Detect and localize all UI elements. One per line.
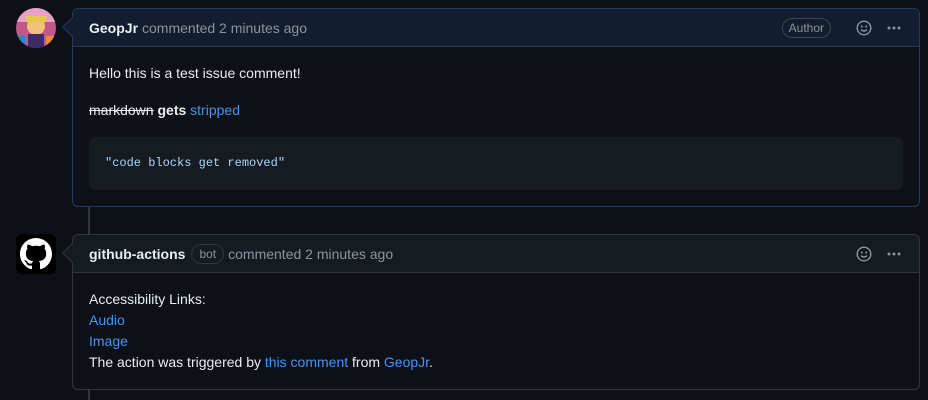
bold-text: gets: [157, 102, 187, 118]
comment-header: github-actions bot commented 2 minutes a…: [62, 235, 919, 273]
trigger-line: The action was triggered by this comment…: [89, 352, 903, 373]
comment-pointer: [62, 17, 82, 37]
avatar-github-actions[interactable]: [16, 234, 56, 274]
comment-timestamp[interactable]: commented 2 minutes ago: [228, 246, 393, 262]
username-link[interactable]: github-actions: [89, 246, 185, 262]
comment-body: Accessibility Links: Audio Image The act…: [73, 273, 919, 389]
code-block: "code blocks get removed": [89, 137, 903, 190]
audio-link[interactable]: Audio: [89, 312, 125, 328]
avatar-image: [16, 8, 56, 48]
author-badge: Author: [781, 17, 831, 38]
from-text: from: [352, 354, 381, 370]
comment-box: GeopJr commented 2 minutes ago Author He…: [62, 8, 920, 207]
accessibility-heading: Accessibility Links:: [89, 291, 206, 307]
comment-text: Hello this is a test issue comment!: [89, 65, 301, 81]
github-mark-icon: [20, 238, 52, 270]
comment-body: Hello this is a test issue comment! mark…: [73, 47, 919, 206]
comment-header: GeopJr commented 2 minutes ago Author: [62, 9, 919, 47]
comment-box: github-actions bot commented 2 minutes a…: [62, 234, 920, 390]
stripped-link[interactable]: stripped: [190, 102, 240, 118]
kebab-horizontal-icon[interactable]: [885, 245, 903, 263]
comment-pointer: [62, 243, 82, 263]
smiley-icon[interactable]: [855, 245, 873, 263]
period: .: [429, 354, 433, 370]
trigger-prefix: The action was triggered by: [89, 354, 261, 370]
kebab-horizontal-icon[interactable]: [885, 19, 903, 37]
username-link[interactable]: GeopJr: [89, 20, 138, 36]
smiley-icon[interactable]: [855, 19, 873, 37]
image-link[interactable]: Image: [89, 333, 128, 349]
user-link[interactable]: GeopJr: [384, 354, 429, 370]
strikethrough-text: markdown: [89, 102, 154, 118]
bot-badge: bot: [191, 243, 225, 264]
comment-timestamp[interactable]: commented 2 minutes ago: [142, 20, 307, 36]
avatar-geopjr[interactable]: [16, 8, 56, 48]
this-comment-link[interactable]: this comment: [265, 354, 348, 370]
comment-markdown-line: markdown gets stripped: [89, 100, 903, 121]
